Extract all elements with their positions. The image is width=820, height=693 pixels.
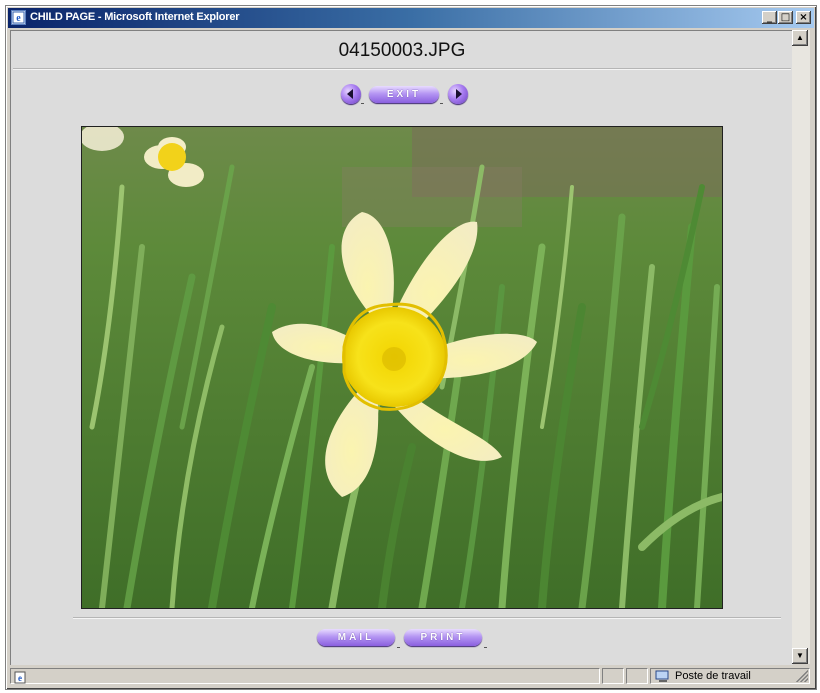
link-marker xyxy=(440,103,443,104)
link-marker xyxy=(484,647,487,648)
exit-button[interactable]: EXIT xyxy=(369,86,439,103)
daffodil-flower-image xyxy=(82,127,722,608)
status-bar: e Poste de travail xyxy=(8,666,812,686)
link-marker xyxy=(361,103,364,104)
security-zone-pane[interactable]: Poste de travail xyxy=(650,668,810,684)
security-zone-label: Poste de travail xyxy=(675,670,751,682)
browser-window: e CHILD PAGE - Microsoft Internet Explor… xyxy=(5,5,817,690)
bottom-divider xyxy=(73,617,781,619)
photo-daffodil[interactable] xyxy=(81,126,723,609)
maximize-button[interactable]: □ xyxy=(778,11,793,24)
svg-text:e: e xyxy=(18,673,22,683)
mail-button[interactable]: MAIL xyxy=(317,629,395,646)
minimize-button[interactable]: _ xyxy=(762,11,777,24)
ie-page-icon: e xyxy=(14,671,26,684)
page-content: 04150003.JPG EXIT MAIL PRINT xyxy=(10,30,793,665)
page-title: 04150003.JPG xyxy=(338,40,466,61)
title-bar[interactable]: e CHILD PAGE - Microsoft Internet Explor… xyxy=(8,8,814,28)
navigation-bar: EXIT xyxy=(11,83,793,107)
status-text-pane: e xyxy=(10,668,600,684)
scroll-down-arrow-icon[interactable]: ▼ xyxy=(792,648,808,664)
window-title: CHILD PAGE - Microsoft Internet Explorer xyxy=(30,11,240,23)
computer-icon xyxy=(655,670,669,682)
link-marker xyxy=(397,647,400,648)
svg-text:e: e xyxy=(16,13,21,24)
vertical-scrollbar[interactable]: ▲ ▼ xyxy=(792,30,810,664)
status-pane-blank xyxy=(602,668,624,684)
left-arrow-icon xyxy=(347,89,353,99)
status-pane-blank xyxy=(626,668,648,684)
ie-logo-icon: e xyxy=(11,10,26,25)
next-button[interactable] xyxy=(448,84,468,104)
close-button[interactable]: × xyxy=(796,11,811,24)
resize-grip-icon[interactable] xyxy=(796,670,808,682)
right-arrow-icon xyxy=(456,89,462,99)
scroll-up-arrow-icon[interactable]: ▲ xyxy=(792,30,808,46)
print-button[interactable]: PRINT xyxy=(404,629,482,646)
top-divider xyxy=(13,68,791,70)
action-bar: MAIL PRINT xyxy=(11,628,793,652)
previous-button[interactable] xyxy=(341,84,361,104)
